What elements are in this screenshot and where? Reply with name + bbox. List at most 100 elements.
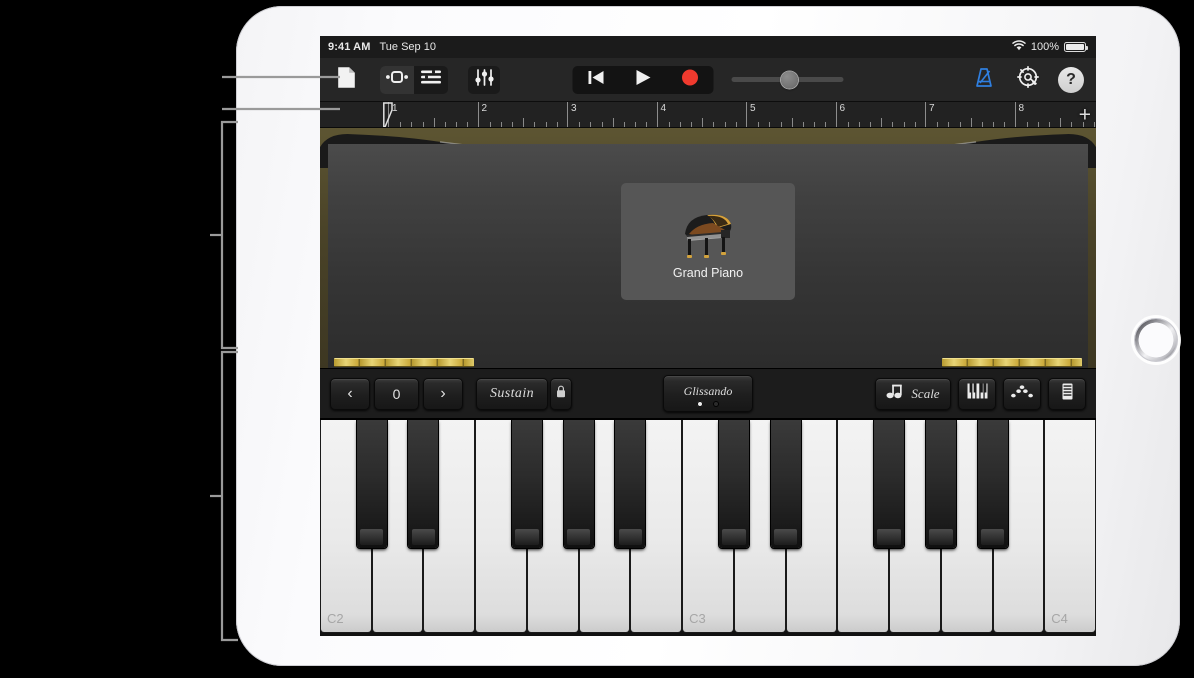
my-songs-button[interactable] — [332, 66, 360, 94]
track-controls-button[interactable] — [468, 65, 500, 94]
keyboard-control-bar: ‹ 0 › Sustain Glissando Scale — [320, 368, 1096, 418]
wifi-icon — [1012, 40, 1026, 54]
ruler-bar-number: 2 — [481, 103, 488, 114]
ruler-tick — [467, 122, 469, 127]
rewind-button[interactable] — [573, 66, 620, 94]
ruler-tick — [433, 118, 435, 127]
black-key[interactable] — [563, 420, 594, 548]
ruler-bar-5: 5 — [746, 102, 836, 127]
status-time: 9:41 AM — [328, 41, 371, 53]
ruler-tick — [579, 122, 581, 127]
ruler-tick — [489, 122, 491, 127]
ruler-tick — [937, 122, 939, 127]
key-note-label: C2 — [327, 611, 344, 626]
ruler-tick — [959, 122, 961, 127]
black-key[interactable] — [925, 420, 956, 548]
ruler-tick — [870, 122, 872, 127]
question-mark-icon: ? — [1066, 70, 1076, 88]
ruler-bar-7: 7 — [925, 102, 1015, 127]
keyboard-layout-button[interactable] — [1048, 377, 1086, 410]
live-loops-icon — [386, 70, 408, 89]
play-icon — [635, 69, 651, 91]
instrument-card[interactable]: Grand Piano — [621, 183, 795, 300]
black-key[interactable] — [770, 420, 801, 548]
record-button[interactable] — [667, 66, 714, 94]
timeline-ruler[interactable]: 12 3 4 5 6 7 8 + — [320, 102, 1096, 128]
playhead[interactable] — [383, 102, 394, 127]
settings-button[interactable] — [1014, 66, 1042, 94]
octave-up-button[interactable]: › — [423, 377, 463, 410]
ruler-tick — [679, 122, 681, 127]
lock-icon — [556, 385, 566, 403]
ruler-tick — [993, 122, 995, 127]
live-loops-view-button[interactable] — [380, 65, 414, 94]
master-volume-slider[interactable] — [731, 66, 844, 94]
help-button[interactable]: ? — [1058, 66, 1084, 93]
sustain-button[interactable]: Sustain — [476, 377, 548, 410]
ruler-bar-number: 8 — [1018, 103, 1025, 114]
octave-down-button[interactable]: ‹ — [330, 377, 370, 410]
add-section-button[interactable]: + — [1079, 104, 1091, 125]
black-key[interactable] — [718, 420, 749, 548]
sustain-lock-button[interactable] — [550, 377, 572, 410]
status-date: Tue Sep 10 — [379, 41, 436, 53]
key-note-label: C4 — [1051, 611, 1068, 626]
black-key[interactable] — [977, 420, 1008, 548]
black-key[interactable] — [615, 420, 646, 548]
ruler-tick — [791, 118, 793, 127]
document-icon — [337, 66, 356, 94]
black-key[interactable] — [874, 420, 905, 548]
ruler-tick — [400, 122, 402, 127]
instrument-stage: Grand Piano — [320, 128, 1096, 368]
view-segmented-control — [380, 65, 448, 94]
white-key[interactable]: C4 — [1044, 420, 1096, 633]
ruler-bar-number: 4 — [660, 103, 667, 114]
ruler-tick — [534, 122, 536, 127]
black-key[interactable] — [408, 420, 439, 548]
brass-strip-right — [942, 358, 1082, 367]
piano-keyboard[interactable]: C2 C3 C4 — [320, 418, 1096, 636]
black-key[interactable] — [356, 420, 387, 548]
ruler-bar-1: 1 — [388, 102, 478, 127]
tracks-view-button[interactable] — [414, 66, 448, 94]
scale-label: Scale — [911, 385, 940, 401]
mixer-sliders-icon — [474, 68, 494, 91]
glissando-control[interactable]: Glissando — [663, 375, 753, 412]
ruler-tick — [456, 122, 458, 127]
chevron-left-icon: ‹ — [347, 384, 353, 402]
black-key[interactable] — [511, 420, 542, 548]
metronome-button[interactable] — [970, 66, 998, 94]
ruler-tick — [903, 122, 905, 127]
arpeggiator-button[interactable] — [1003, 377, 1041, 410]
ruler-tick — [758, 122, 760, 127]
ruler-tick — [500, 122, 502, 127]
brass-strip-left — [334, 358, 474, 367]
home-button[interactable] — [1134, 318, 1178, 362]
slider-knob[interactable] — [781, 71, 799, 88]
record-icon — [682, 69, 699, 91]
ruler-tick — [948, 122, 950, 127]
ruler-tick — [1060, 118, 1062, 127]
ruler-bar-number: 3 — [571, 103, 577, 114]
glissando-option-pitch[interactable] — [713, 400, 719, 407]
ruler-tick — [601, 122, 603, 127]
octave-stepper: ‹ 0 › — [330, 377, 463, 410]
gear-icon — [1017, 66, 1039, 93]
transport-button-group — [572, 65, 714, 94]
keyboard-type-button[interactable] — [958, 377, 996, 410]
ruler-tick — [635, 122, 637, 127]
ruler-tick — [556, 122, 558, 127]
play-button[interactable] — [620, 66, 667, 94]
ruler-tick — [691, 122, 693, 127]
glissando-option-glissando[interactable] — [697, 400, 703, 407]
transport-controls — [572, 65, 844, 94]
ruler-tick — [847, 122, 849, 127]
scale-button[interactable]: Scale — [875, 377, 951, 410]
grand-piano-icon — [685, 214, 732, 258]
ruler-bar-number: 5 — [750, 103, 756, 114]
ruler-tick — [1049, 122, 1051, 127]
ruler-tick — [444, 122, 446, 127]
ruler-tick — [724, 122, 726, 127]
ruler-tick — [1037, 122, 1039, 127]
ruler-tick — [769, 122, 771, 127]
